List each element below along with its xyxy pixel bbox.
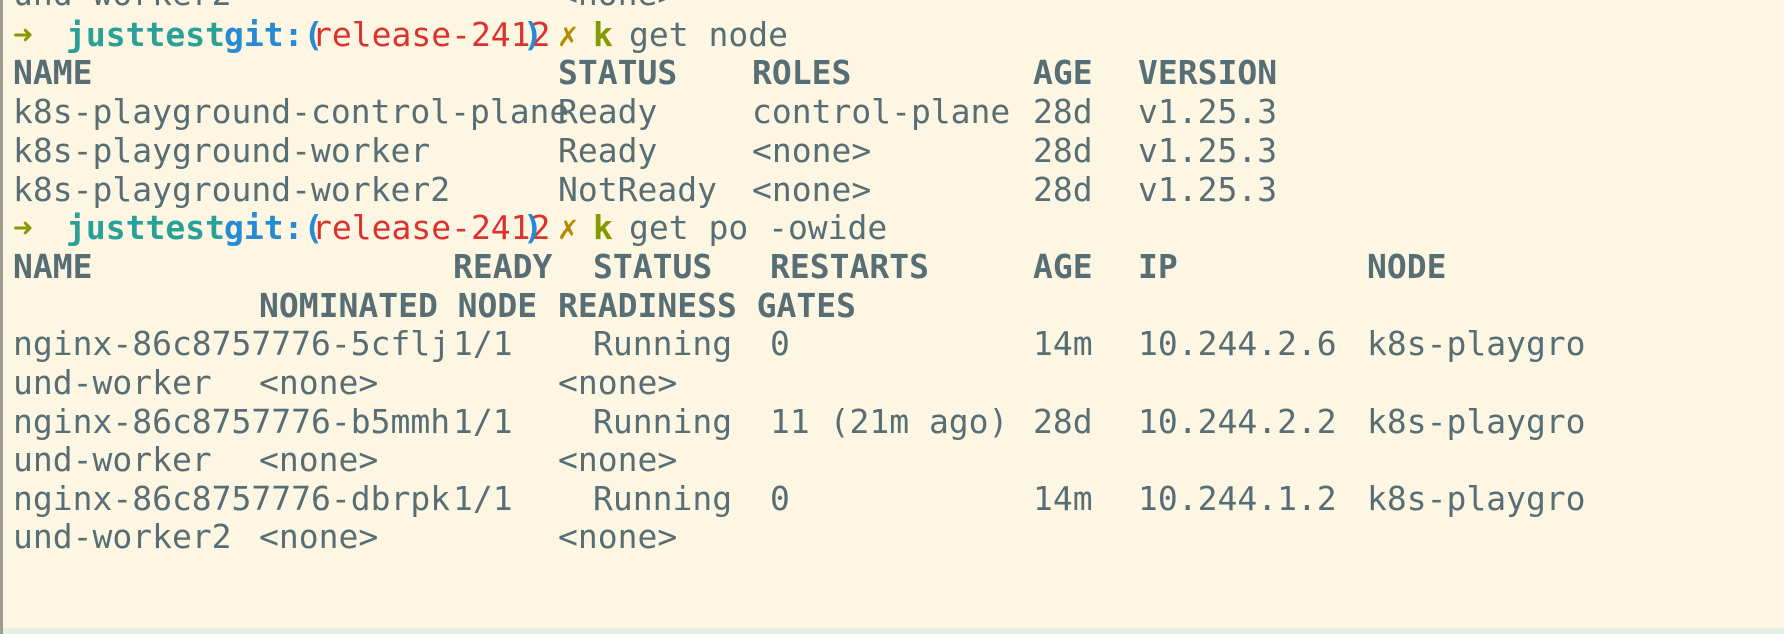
- pod-node-continued: und-worker: [13, 363, 212, 402]
- header-version: VERSION: [1138, 53, 1278, 92]
- pod-ip: 10.244.1.2: [1138, 479, 1337, 518]
- node-roles: <none>: [752, 131, 872, 170]
- pod-node-continued: und-worker2: [13, 517, 232, 556]
- nodes-table-header: NAME STATUS ROLES AGE VERSION: [13, 51, 1277, 95]
- node-version: v1.25.3: [1138, 92, 1278, 131]
- node-age: 28d: [1033, 170, 1093, 209]
- node-name: k8s-playground-control-plane: [13, 92, 570, 131]
- command-name: k: [593, 208, 613, 247]
- header-name: NAME: [13, 247, 93, 286]
- pod-ip: 10.244.2.2: [1138, 402, 1337, 441]
- node-name: k8s-playground-worker: [13, 131, 431, 170]
- node-age: 28d: [1033, 131, 1093, 170]
- header-ready: READY: [453, 247, 553, 286]
- header-age: AGE: [1033, 53, 1093, 92]
- node-age: 28d: [1033, 92, 1093, 131]
- pod-name: nginx-86c8757776-5cflj: [13, 324, 451, 363]
- prompt-line-2: ➜ justtest git:( release-2412 ) ✗ k get …: [13, 206, 887, 250]
- pod-restarts: 11 (21m ago): [770, 402, 1009, 441]
- git-dirty-icon: ✗: [558, 208, 578, 247]
- header-node: NODE: [1367, 247, 1447, 286]
- pod-node: k8s-playgro: [1367, 324, 1586, 363]
- pod-age: 14m: [1033, 479, 1093, 518]
- pod-nominated-node: <none>: [259, 517, 379, 556]
- pod-restarts: 0: [770, 324, 790, 363]
- header-restarts: RESTARTS: [770, 247, 929, 286]
- pod-readiness-gates: <none>: [558, 440, 678, 479]
- prompt-arrow-icon: ➜: [13, 208, 33, 247]
- table-row-wrapped: und-worker <none> <none>: [13, 438, 677, 482]
- command-args: get po -owide: [629, 208, 888, 247]
- pod-readiness-gates: <none>: [558, 517, 678, 556]
- node-status: Ready: [558, 131, 658, 170]
- pod-node: k8s-playgro: [1367, 402, 1586, 441]
- node-status: Ready: [558, 92, 658, 131]
- pod-nominated-node: <none>: [259, 440, 379, 479]
- prompt-git-close: ): [523, 208, 543, 247]
- table-row: k8s-playground-worker Ready <none> 28d v…: [13, 129, 1277, 173]
- pods-table-header: NAME READY STATUS RESTARTS AGE IP NODE: [13, 245, 1446, 289]
- prompt-git-label: git:(: [224, 208, 324, 247]
- pod-ip: 10.244.2.6: [1138, 324, 1337, 363]
- terminal-window[interactable]: und-worker2 <none> ➜ justtest git:( rele…: [0, 0, 1784, 634]
- prompt-git-label: git:(: [224, 15, 324, 54]
- pod-age: 28d: [1033, 402, 1093, 441]
- header-roles: ROLES: [752, 53, 852, 92]
- node-roles: control-plane: [752, 92, 1011, 131]
- node-version: v1.25.3: [1138, 131, 1278, 170]
- table-row-wrapped: und-worker2 <none> <none>: [13, 515, 677, 559]
- header-status: STATUS: [593, 247, 713, 286]
- pod-readiness-gates: <none>: [558, 363, 678, 402]
- prompt-git-branch: release-2412: [312, 15, 551, 54]
- header-name: NAME: [13, 53, 93, 92]
- pod-node: k8s-playgro: [1367, 479, 1586, 518]
- terminal-bottom-edge: [3, 628, 1784, 634]
- pod-ready: 1/1: [453, 324, 513, 363]
- header-ip: IP: [1138, 247, 1178, 286]
- pod-ready: 1/1: [453, 402, 513, 441]
- pod-age: 14m: [1033, 324, 1093, 363]
- pod-restarts: 0: [770, 479, 790, 518]
- pod-ready: 1/1: [453, 479, 513, 518]
- prompt-directory: justtest: [66, 208, 225, 247]
- table-row: k8s-playground-control-plane Ready contr…: [13, 90, 1277, 134]
- prompt-git-close: ): [523, 15, 543, 54]
- pod-status: Running: [593, 324, 733, 363]
- pod-nominated-node: <none>: [259, 363, 379, 402]
- header-status: STATUS: [558, 53, 678, 92]
- table-row: nginx-86c8757776-5cflj 1/1 Running 0 14m…: [13, 322, 1586, 366]
- prompt-git-branch: release-2412: [312, 208, 551, 247]
- table-row-wrapped: und-worker <none> <none>: [13, 361, 677, 405]
- node-version: v1.25.3: [1138, 170, 1278, 209]
- header-age: AGE: [1033, 247, 1093, 286]
- pod-node-continued: und-worker: [13, 440, 212, 479]
